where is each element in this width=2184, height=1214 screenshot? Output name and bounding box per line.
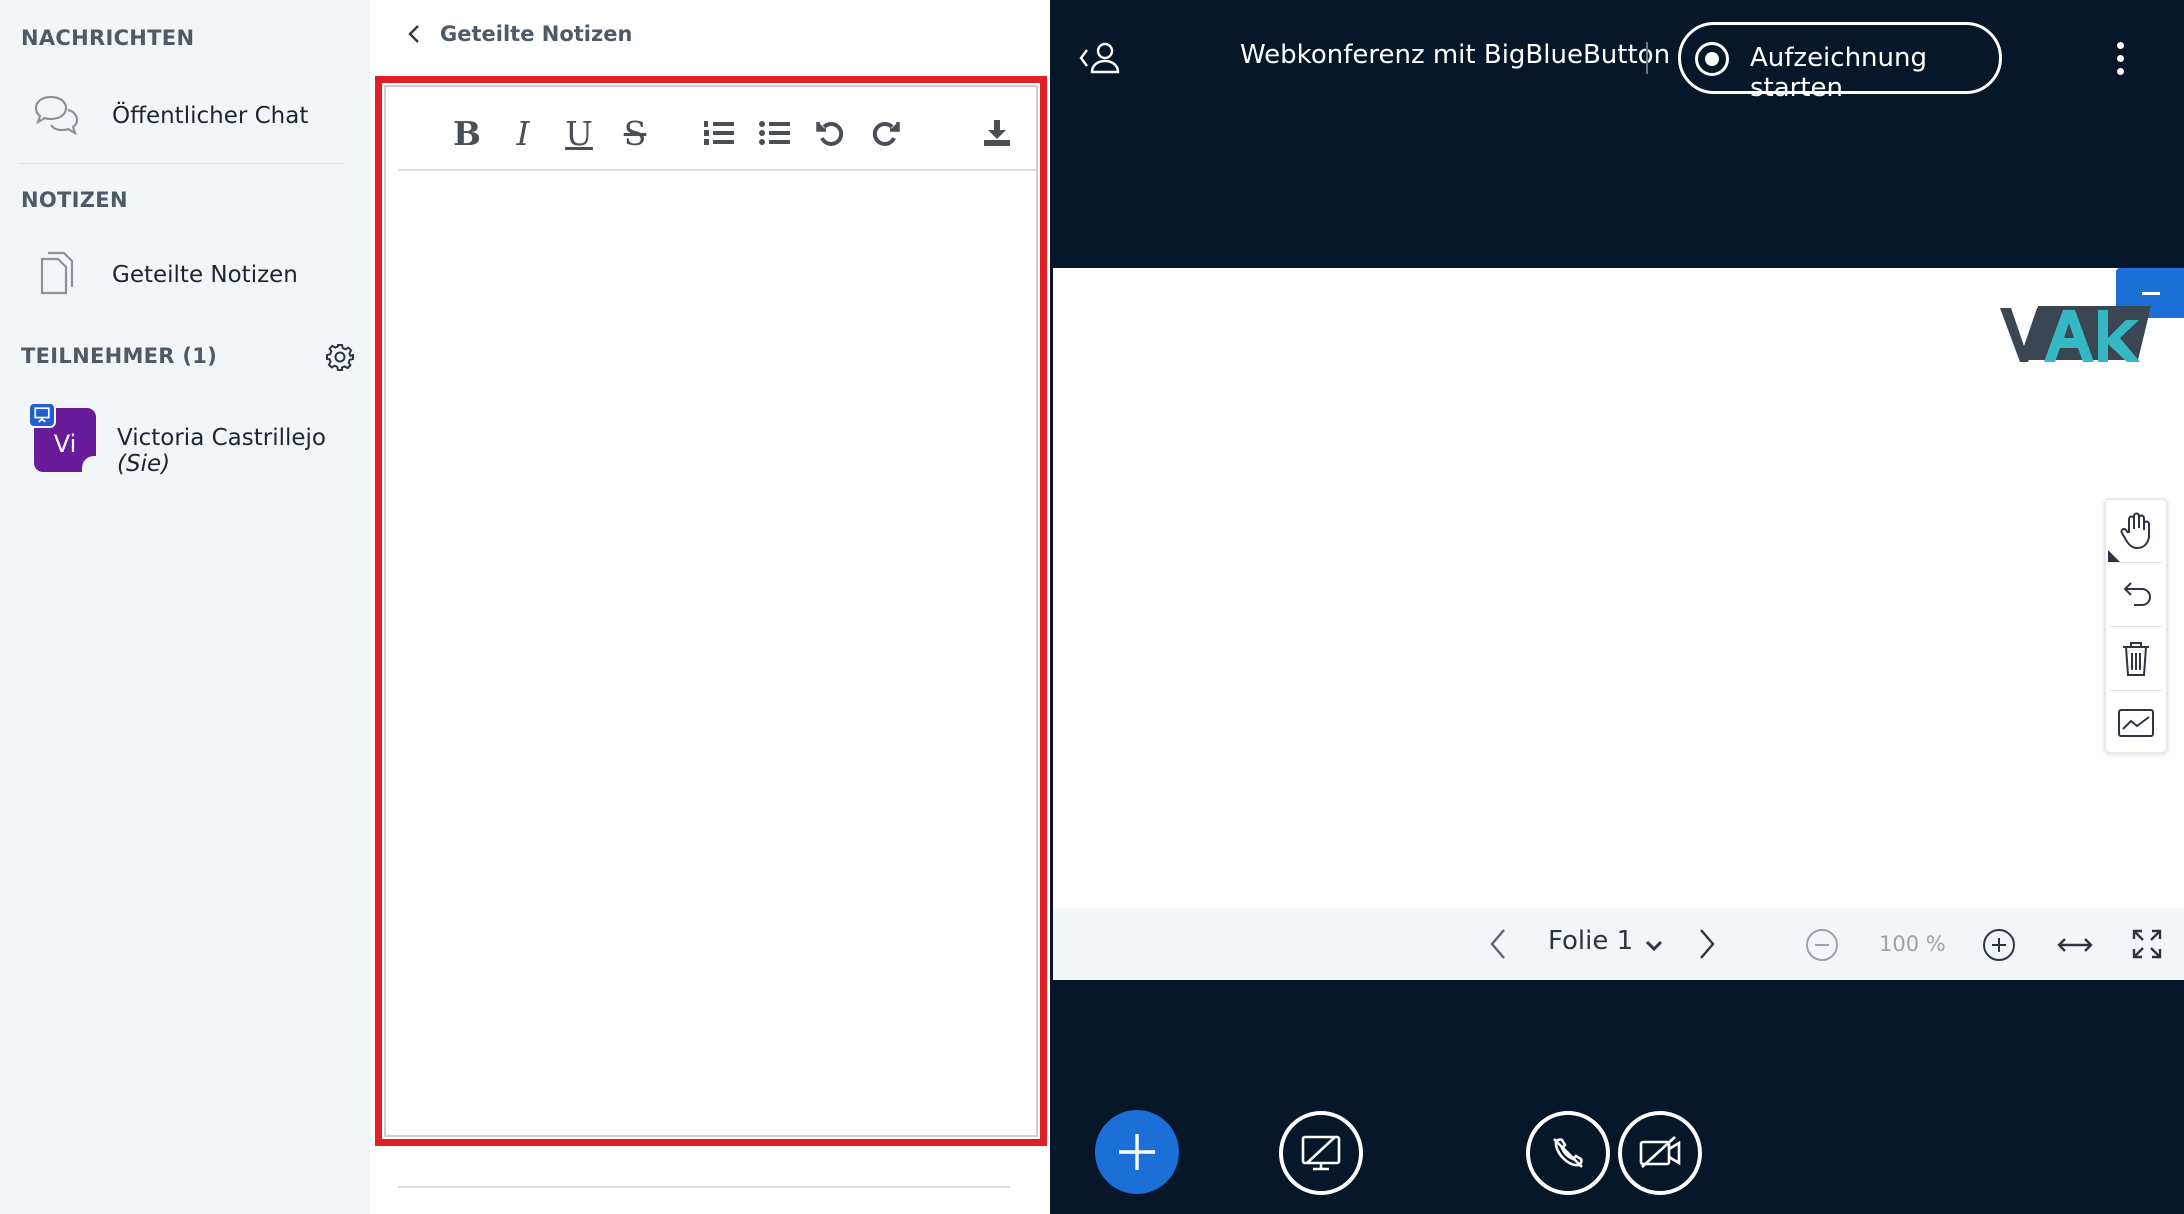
user-list-icon[interactable] — [1078, 38, 1128, 78]
record-icon — [1695, 42, 1729, 76]
actions-button[interactable] — [1095, 1110, 1179, 1194]
multi-user-button[interactable] — [2106, 692, 2166, 754]
notes-icon — [40, 251, 74, 295]
gear-icon[interactable] — [325, 342, 355, 372]
video-off-icon — [1639, 1136, 1681, 1168]
screenshare-button[interactable] — [1279, 1111, 1363, 1195]
shared-notes-label: Geteilte Notizen — [112, 262, 298, 288]
shared-notes-item[interactable]: Geteilte Notizen — [0, 235, 345, 315]
clear-whiteboard-button[interactable] — [2106, 628, 2166, 690]
chevron-left-icon — [408, 25, 419, 43]
trash-icon — [2123, 642, 2149, 676]
record-label: Aufzeichnung starten — [1750, 43, 1927, 103]
bold-button[interactable]: B — [448, 113, 486, 153]
underline-label: U — [565, 113, 593, 153]
presenter-icon — [28, 402, 56, 428]
chevron-down-icon[interactable] — [1643, 934, 1665, 956]
avatar-initials: Vi — [53, 430, 77, 458]
divider — [2110, 562, 2162, 563]
download-button[interactable] — [978, 113, 1016, 153]
public-chat-label: Öffentlicher Chat — [112, 103, 309, 129]
zoom-level: 100 % — [1879, 932, 1946, 956]
audio-button[interactable] — [1526, 1111, 1610, 1195]
shared-notes-panel: Geteilte Notizen B I U S — [370, 0, 1050, 1214]
slide-selector[interactable]: Folie 1 — [1548, 926, 1633, 956]
bold-label: B — [453, 113, 481, 153]
ordered-list-icon — [704, 121, 734, 145]
fullscreen-button[interactable] — [2131, 928, 2163, 960]
redo-icon — [872, 121, 900, 146]
messages-section-title: NACHRICHTEN — [21, 26, 195, 50]
download-icon — [984, 120, 1010, 146]
previous-slide-button[interactable] — [1483, 924, 1515, 964]
unordered-list-icon — [759, 121, 790, 145]
slide-controls: Folie 1 100 % — [1053, 908, 2184, 980]
editor-toolbar: B I U S — [398, 95, 1036, 171]
zoom-out-button[interactable] — [1805, 928, 1839, 962]
title-divider — [1646, 42, 1648, 74]
participant-name: Victoria Castrillejo (Sie) — [117, 425, 370, 477]
multi-user-icon — [2118, 709, 2154, 737]
undo-button[interactable] — [811, 113, 849, 153]
redo-button[interactable] — [867, 113, 905, 153]
participants-section-title: TEILNEHMER (1) — [21, 344, 218, 368]
next-slide-button[interactable] — [1690, 924, 1722, 964]
sidebar: NACHRICHTEN Öffentlicher Chat NOTIZEN Ge… — [0, 0, 370, 1214]
more-dot — [2117, 55, 2124, 62]
notes-footer-divider — [398, 1186, 1010, 1188]
avatar-corner — [82, 456, 100, 474]
notes-editor[interactable]: B I U S — [384, 85, 1038, 1137]
more-dot — [2117, 68, 2124, 75]
participant-name-text: Victoria Castrillejo — [117, 425, 326, 451]
vak-logo — [2000, 306, 2151, 362]
notes-back-button[interactable]: Geteilte Notizen — [404, 22, 632, 46]
meeting-title: Webkonferenz mit BigBlueButton — [1240, 40, 1671, 70]
divider — [2110, 626, 2162, 627]
fit-to-width-button[interactable] — [2056, 932, 2094, 958]
notes-editor-highlight: B I U S — [375, 76, 1047, 1146]
italic-label: I — [516, 113, 530, 153]
tool-menu-corner-icon — [2108, 550, 2120, 562]
notes-section-title: NOTIZEN — [21, 188, 128, 212]
whiteboard-undo-icon — [2123, 582, 2151, 606]
undo-icon — [816, 121, 844, 146]
italic-button[interactable]: I — [504, 113, 542, 153]
participant-you-suffix: (Sie) — [117, 451, 171, 477]
strikethrough-label: S — [623, 113, 647, 153]
public-chat-item[interactable]: Öffentlicher Chat — [0, 76, 345, 156]
conference-area: Webkonferenz mit BigBlueButton Aufzeichn… — [1050, 0, 2184, 1214]
zoom-in-button[interactable] — [1982, 928, 2016, 962]
hand-tool-button[interactable] — [2106, 500, 2166, 562]
video-button[interactable] — [1618, 1111, 1702, 1195]
audio-off-icon — [1553, 1138, 1583, 1168]
ordered-list-button[interactable] — [700, 113, 738, 153]
plus-icon — [1119, 1134, 1155, 1170]
more-dot — [2117, 42, 2124, 49]
whiteboard-undo-button[interactable] — [2106, 564, 2166, 626]
divider — [2110, 690, 2162, 691]
chat-icon — [34, 95, 79, 136]
whiteboard-toolbar — [2104, 498, 2168, 754]
more-icon[interactable] — [2112, 38, 2128, 78]
unordered-list-button[interactable] — [756, 113, 794, 153]
underline-button[interactable]: U — [560, 113, 598, 153]
start-recording-button[interactable]: Aufzeichnung starten — [1678, 22, 2002, 103]
strikethrough-button[interactable]: S — [616, 113, 654, 153]
screenshare-off-icon — [1301, 1135, 1341, 1171]
divider — [18, 163, 343, 164]
notes-panel-title: Geteilte Notizen — [440, 22, 633, 46]
hand-icon — [2120, 512, 2150, 550]
